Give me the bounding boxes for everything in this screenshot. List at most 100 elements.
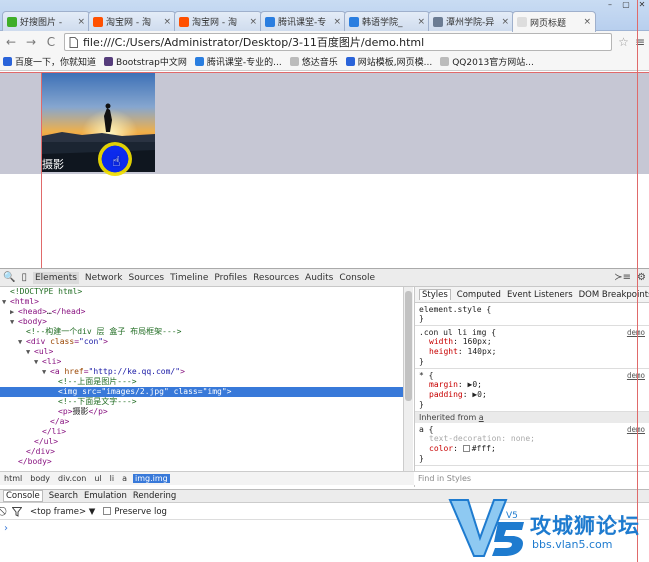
tab-sources[interactable]: Sources <box>129 273 165 283</box>
drawer-tab-emulation[interactable]: Emulation <box>84 491 127 501</box>
console-prompt[interactable]: › <box>4 523 8 534</box>
css-property[interactable]: height: 140px; <box>419 347 645 357</box>
tab-timeline[interactable]: Timeline <box>170 273 208 283</box>
tab-0[interactable]: 好搜图片 - × <box>2 11 90 31</box>
elements-tree[interactable]: <!DOCTYPE html> ▼ <html> ▶ <head>…</head> ▼ <b… <box>0 287 403 482</box>
drawer-tab-search[interactable]: Search <box>49 491 78 501</box>
settings-gear-icon[interactable]: ⚙ <box>637 272 646 283</box>
tab-close-icon[interactable]: × <box>77 17 85 27</box>
back-icon[interactable]: ← <box>4 35 18 49</box>
scroll-thumb[interactable] <box>405 291 412 401</box>
tab-4[interactable]: 韩语学院_ × <box>344 11 430 31</box>
dom-node-line[interactable]: <!--构建一个div 层 盒子 布局框架---> <box>0 327 403 337</box>
tab-close-icon[interactable]: × <box>249 17 257 27</box>
dom-node-line[interactable]: <!DOCTYPE html> <box>0 287 403 297</box>
dom-node-line[interactable]: </li> <box>0 427 403 437</box>
tab-5[interactable]: 潭州学院-异 × <box>428 11 514 31</box>
tab-close-icon[interactable]: × <box>417 17 425 27</box>
css-property[interactable]: width: 160px; <box>419 337 645 347</box>
dom-node-line[interactable]: </body> <box>0 457 403 467</box>
reload-icon[interactable]: C <box>44 35 58 49</box>
tab-close-icon[interactable]: × <box>333 17 341 27</box>
dom-node-line[interactable]: ▼ <ul> <box>0 347 403 357</box>
bookmark-5[interactable]: QQ2013官方网站... <box>440 55 534 68</box>
bookmark-0[interactable]: 百度一下，你就知道 <box>3 55 96 68</box>
tab-favicon-icon <box>93 16 103 27</box>
styles-tab-1[interactable]: Computed <box>457 290 501 300</box>
inherited-element[interactable]: a <box>479 413 484 422</box>
tab-1[interactable]: 淘宝网 - 淘 × <box>88 11 176 31</box>
breadcrumb-item[interactable]: body <box>28 474 52 483</box>
tab-3[interactable]: 腾讯课堂-专 × <box>260 11 346 31</box>
bookmark-3[interactable]: 悠达音乐 <box>289 55 338 68</box>
tab-2[interactable]: 淘宝网 - 淘 × <box>174 11 262 31</box>
tab-elements[interactable]: Elements <box>32 271 79 284</box>
expand-triangle-icon[interactable]: ▼ <box>10 317 18 327</box>
dom-node-line[interactable]: ▼ <li> <box>0 357 403 367</box>
css-property[interactable]: padding: ▶0; <box>419 390 645 400</box>
expand-triangle-icon[interactable]: ▼ <box>26 347 34 357</box>
breadcrumb-item[interactable]: img.img <box>133 474 170 483</box>
inspect-icon[interactable]: 🔍 <box>3 272 15 283</box>
drawer-tab-rendering[interactable]: Rendering <box>133 491 176 501</box>
drawer-tab-console[interactable]: Console <box>3 490 43 502</box>
dom-node-line[interactable]: <!--下面是文字---> <box>0 397 403 407</box>
dom-node-line[interactable]: ▶ <head>…</head> <box>0 307 403 317</box>
filter-icon[interactable] <box>12 506 22 517</box>
styles-tab-0[interactable]: Styles <box>419 289 451 300</box>
expand-triangle-icon[interactable]: ▼ <box>18 337 26 347</box>
styles-tab-2[interactable]: Event Listeners <box>507 290 573 300</box>
expand-triangle-icon[interactable]: ▼ <box>42 367 50 377</box>
tab-close-icon[interactable]: × <box>163 17 171 27</box>
color-swatch[interactable] <box>462 445 470 452</box>
bookmark-4[interactable]: 网站模板,网页模... <box>345 55 432 68</box>
css-property[interactable]: text-decoration: none; <box>419 434 645 444</box>
device-mode-icon[interactable]: ▯ <box>21 272 27 283</box>
css-property[interactable]: color: #fff; <box>419 444 645 454</box>
elements-scrollbar[interactable] <box>403 287 413 482</box>
expand-triangle-icon[interactable]: ▼ <box>2 297 10 307</box>
dom-node-line[interactable]: <img src="images/2.jpg" class="img"> <box>0 387 403 397</box>
bookmark-1[interactable]: Bootstrap中文网 <box>104 55 187 68</box>
address-bar[interactable]: file:///C:/Users/Administrator/Desktop/3… <box>64 33 613 51</box>
dom-node-line[interactable]: </div> <box>0 447 403 457</box>
find-in-styles-input[interactable]: Find in Styles <box>414 471 649 485</box>
dom-node-line[interactable]: ▼ <html> <box>0 297 403 307</box>
tab-network[interactable]: Network <box>85 273 123 283</box>
bookmark-2[interactable]: 腾讯课堂-专业的... <box>194 55 282 68</box>
dom-node-line[interactable]: </a> <box>0 417 403 427</box>
bookmark-star-icon[interactable]: ☆ <box>618 35 629 49</box>
rule-source-link[interactable]: demo <box>627 371 645 380</box>
drawer-toggle-icon[interactable]: ≻≡ <box>614 272 631 283</box>
tab-6[interactable]: 网页标题 × <box>512 11 596 32</box>
css-property[interactable]: margin: ▶0; <box>419 380 645 390</box>
tab-close-icon[interactable]: × <box>583 17 591 27</box>
preserve-log-checkbox[interactable] <box>103 507 112 515</box>
tab-close-icon[interactable]: × <box>501 17 509 27</box>
rule-source-link[interactable]: demo <box>627 425 645 434</box>
tab-resources[interactable]: Resources <box>253 273 299 283</box>
minimize-icon[interactable]: – <box>603 0 617 10</box>
expand-triangle-icon[interactable]: ▶ <box>10 307 18 317</box>
breadcrumb-item[interactable]: html <box>2 474 24 483</box>
frame-select[interactable]: <top frame> ▼ <box>30 507 95 517</box>
tab-console[interactable]: Console <box>339 273 375 283</box>
tab-profiles[interactable]: Profiles <box>214 273 247 283</box>
dom-node-line[interactable]: ▼ <div class="con"> <box>0 337 403 347</box>
dom-node-line[interactable]: ▼ <body> <box>0 317 403 327</box>
dom-node-line[interactable]: <p>摄影</p> <box>0 407 403 417</box>
tab-audits[interactable]: Audits <box>305 273 333 283</box>
expand-triangle-icon[interactable]: ▼ <box>34 357 42 367</box>
dom-node-line[interactable]: ▼ <a href="http://ke.qq.com/"> <box>0 367 403 377</box>
forward-icon[interactable]: → <box>24 35 38 49</box>
rule-source-link[interactable]: demo <box>627 328 645 337</box>
breadcrumb-item[interactable]: ul <box>92 474 103 483</box>
breadcrumb-item[interactable]: li <box>108 474 116 483</box>
styles-tab-3[interactable]: DOM Breakpoints <box>579 290 649 300</box>
breadcrumb-item[interactable]: div.con <box>56 474 88 483</box>
dom-node-line[interactable]: <!--上面是图片---> <box>0 377 403 387</box>
dom-node-line[interactable]: </ul> <box>0 437 403 447</box>
breadcrumb-item[interactable]: a <box>120 474 129 483</box>
maximize-icon[interactable]: ▢ <box>619 0 633 10</box>
preserve-log-toggle[interactable]: Preserve log <box>103 507 167 517</box>
